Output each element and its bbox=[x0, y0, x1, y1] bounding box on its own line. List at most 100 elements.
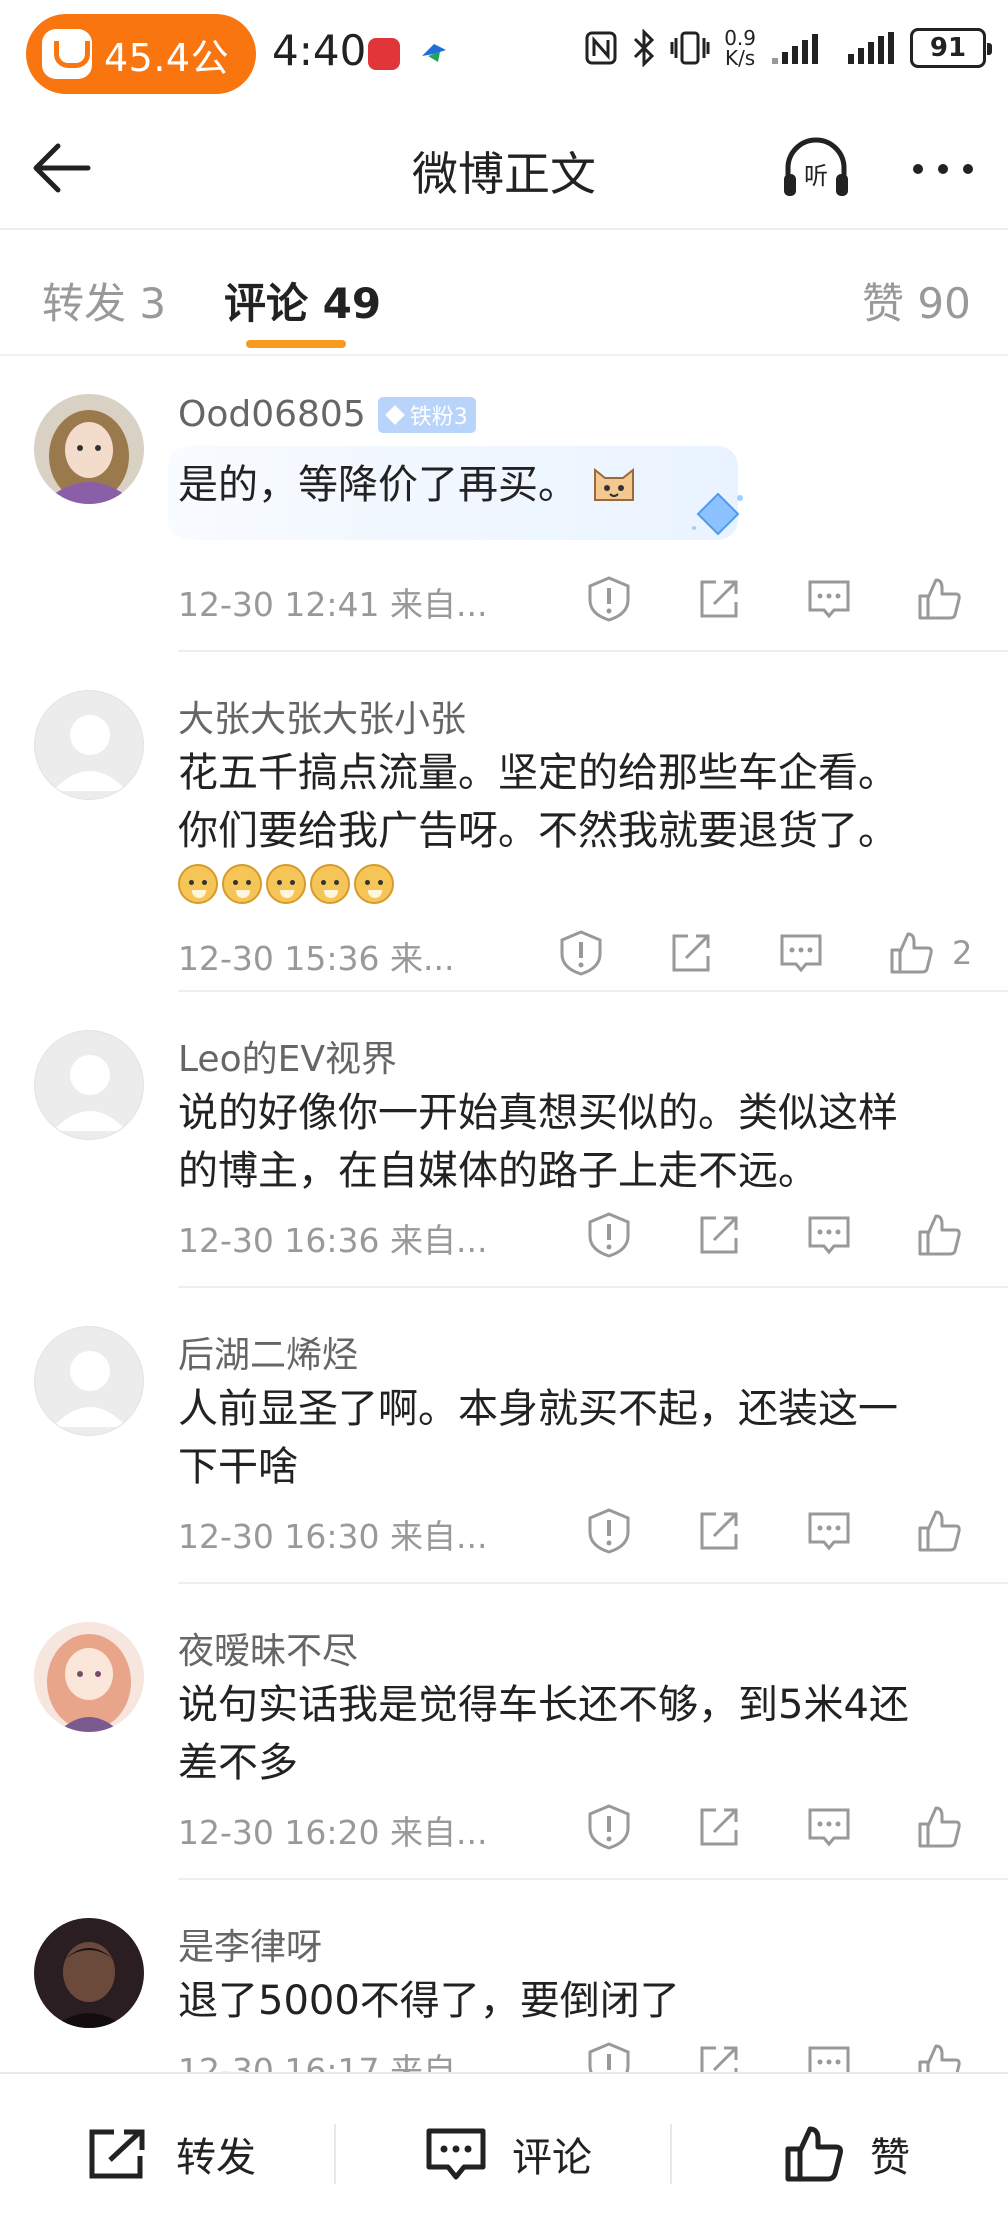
battery-icon: 91 bbox=[910, 28, 992, 68]
notification-bird-icon bbox=[422, 44, 446, 62]
comment-item: Leo的EV视界 说的好像你一开始真想买似的。类似这样 的博主，在自媒体的路子上… bbox=[0, 992, 1008, 1288]
report-icon[interactable] bbox=[584, 1802, 634, 1852]
like-icon[interactable] bbox=[914, 2040, 964, 2072]
comment-text-line: 说句实话我是觉得车长还不够，到5米4还 bbox=[178, 1682, 909, 1728]
comment-item: 大张大张大张小张 花五千搞点流量。坚定的给那些车企看。 你们要给我广告呀。不然我… bbox=[0, 652, 1008, 992]
clock: 4:40 bbox=[272, 26, 367, 75]
comment-button[interactable]: 评论 bbox=[424, 2124, 592, 2184]
comment-username[interactable]: 大张大张大张小张 bbox=[178, 690, 466, 742]
divider bbox=[670, 2124, 672, 2184]
more-icon[interactable] bbox=[908, 144, 978, 194]
bluetooth-icon bbox=[634, 29, 655, 67]
reply-icon[interactable] bbox=[804, 574, 854, 624]
reply-icon[interactable] bbox=[776, 928, 826, 978]
comment-username[interactable]: 是李律呀 bbox=[178, 1918, 322, 1970]
tab-repost[interactable]: 转发 3 bbox=[42, 270, 166, 331]
share-icon[interactable] bbox=[694, 574, 744, 624]
share-icon[interactable] bbox=[666, 928, 716, 978]
comment-username[interactable]: Leo的EV视界 bbox=[178, 1030, 397, 1082]
comment-item: 夜暧昧不尽 说句实话我是觉得车长还不够，到5米4还 差不多 12-30 16:2… bbox=[0, 1584, 1008, 1880]
like-icon[interactable] bbox=[914, 1506, 964, 1556]
diamond-icon bbox=[384, 404, 405, 425]
reply-icon[interactable] bbox=[804, 1210, 854, 1260]
tab-like[interactable]: 赞 90 bbox=[862, 270, 971, 331]
comment-text-line: 差不多 bbox=[178, 1740, 298, 1786]
comment-text-line: 退了5000不得了，要倒闭了 bbox=[178, 1978, 680, 2024]
report-icon[interactable] bbox=[584, 2040, 634, 2072]
username-text: Ood06805 bbox=[178, 394, 366, 435]
avatar[interactable] bbox=[34, 1326, 144, 1436]
repost-icon bbox=[89, 2129, 145, 2179]
share-icon[interactable] bbox=[694, 1802, 744, 1852]
bottom-action-bar: 转发 评论 赞 bbox=[0, 2072, 1008, 2232]
status-bar: 45.4公 4:40 0.9 K/s 91 bbox=[0, 0, 1008, 108]
network-speed: 0.9 K/s bbox=[724, 28, 756, 68]
comment-label: 评论 bbox=[512, 2135, 592, 2181]
reply-icon[interactable] bbox=[804, 1802, 854, 1852]
fan-badge-label: 铁粉3 bbox=[409, 404, 468, 430]
reply-icon[interactable] bbox=[804, 2040, 854, 2072]
doge-emoji-icon bbox=[310, 864, 350, 904]
diamond-sticker-icon bbox=[692, 492, 743, 536]
cat-emoji-icon bbox=[593, 467, 634, 501]
headphones-icon[interactable]: 听 bbox=[780, 134, 852, 200]
tab-comment[interactable]: 评论 49 bbox=[224, 270, 381, 331]
username-text: 大张大张大张小张 bbox=[178, 699, 467, 740]
listen-label: 听 bbox=[804, 162, 828, 190]
comment-text-line: 说的好像你一开始真想买似的。类似这样 bbox=[178, 1090, 898, 1136]
share-icon[interactable] bbox=[694, 1506, 744, 1556]
thumbs-up-icon bbox=[785, 2126, 843, 2182]
like-icon[interactable] bbox=[914, 574, 964, 624]
comment-text: 人前显圣了啊。本身就买不起，还装这一 下干啥 bbox=[178, 1380, 978, 1496]
comment-actions bbox=[0, 1210, 1008, 1266]
doge-emoji-icon bbox=[266, 864, 306, 904]
like-label: 赞 bbox=[870, 2135, 910, 2181]
top-nav-bar: 微博正文 听 bbox=[0, 108, 1008, 230]
avatar[interactable] bbox=[34, 1622, 144, 1732]
reply-icon[interactable] bbox=[804, 1506, 854, 1556]
repost-button[interactable]: 转发 bbox=[86, 2124, 256, 2184]
like-icon[interactable] bbox=[914, 1210, 964, 1260]
active-tab-indicator bbox=[246, 340, 346, 348]
report-icon[interactable] bbox=[584, 574, 634, 624]
like-icon[interactable] bbox=[914, 1802, 964, 1852]
report-icon[interactable] bbox=[584, 1506, 634, 1556]
comment-actions: 2 bbox=[0, 928, 1008, 984]
share-icon[interactable] bbox=[694, 1210, 744, 1260]
fan-badge: 铁粉3 bbox=[377, 396, 476, 433]
like-count: 2 bbox=[952, 934, 973, 972]
comment-username[interactable]: 夜暧昧不尽 bbox=[178, 1622, 358, 1674]
comment-text-line: 的博主，在自媒体的路子上走不远。 bbox=[178, 1148, 818, 1194]
comment-text-line: 你们要给我广告呀。不然我就要退货了。 bbox=[178, 808, 898, 854]
post-tabs: 转发 3 评论 49 赞 90 bbox=[0, 230, 1008, 356]
username-text: 是李律呀 bbox=[178, 1927, 323, 1968]
vibrate-icon bbox=[670, 31, 710, 65]
doge-emoji-icon bbox=[222, 864, 262, 904]
comment-icon bbox=[426, 2128, 486, 2180]
report-icon[interactable] bbox=[584, 1210, 634, 1260]
ride-hailing-pill[interactable]: 45.4公 bbox=[26, 14, 256, 94]
comment-text: 花五千搞点流量。坚定的给那些车企看。 你们要给我广告呀。不然我就要退货了。 bbox=[178, 744, 978, 860]
avatar[interactable] bbox=[34, 1918, 144, 2028]
nfc-icon bbox=[585, 31, 617, 65]
comment-actions bbox=[0, 2040, 1008, 2072]
signal-icon bbox=[772, 34, 818, 64]
doge-emoji-icon bbox=[178, 864, 218, 904]
report-icon[interactable] bbox=[556, 928, 606, 978]
repost-label: 转发 bbox=[176, 2135, 256, 2181]
avatar[interactable] bbox=[34, 690, 144, 800]
comment-username[interactable]: 后湖二烯烃 bbox=[178, 1326, 358, 1378]
like-button[interactable]: 赞 bbox=[782, 2124, 910, 2184]
share-icon[interactable] bbox=[694, 2040, 744, 2072]
comment-item: Ood06805 铁粉3 是的，等降价了再买。 12-30 12:41 来自..… bbox=[0, 356, 1008, 652]
avatar[interactable] bbox=[34, 1030, 144, 1140]
comment-list[interactable]: Ood06805 铁粉3 是的，等降价了再买。 12-30 12:41 来自..… bbox=[0, 356, 1008, 2072]
comment-actions bbox=[0, 1506, 1008, 1562]
like-icon[interactable] bbox=[886, 928, 936, 978]
avatar[interactable] bbox=[34, 394, 144, 504]
comment-actions bbox=[0, 1802, 1008, 1858]
comment-text-line: 下干啥 bbox=[178, 1444, 298, 1490]
comment-username[interactable]: Ood06805 铁粉3 bbox=[178, 394, 476, 435]
page-title: 微博正文 bbox=[412, 147, 596, 201]
comment-text: 说的好像你一开始真想买似的。类似这样 的博主，在自媒体的路子上走不远。 bbox=[178, 1084, 978, 1200]
